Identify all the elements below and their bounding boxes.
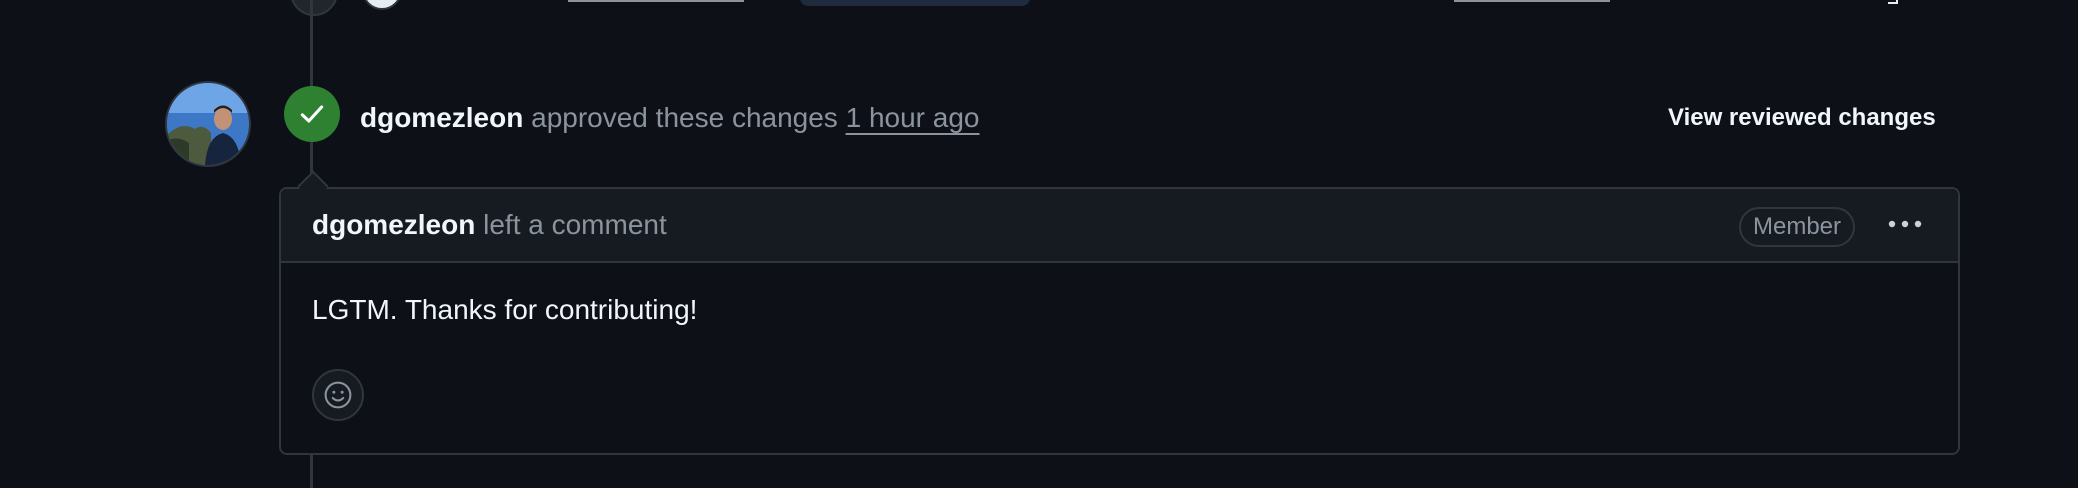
timeline-event-icon xyxy=(290,0,338,16)
reviewer-avatar[interactable] xyxy=(165,81,251,167)
review-timestamp-link[interactable]: 1 hour ago xyxy=(846,102,980,133)
review-action-text: approved these changes xyxy=(531,102,838,133)
member-role-badge: Member xyxy=(1739,207,1856,247)
review-comment-box: dgomezleon left a comment Member LGTM. T… xyxy=(279,187,1960,455)
avatar-photo xyxy=(167,83,249,165)
add-reaction-button[interactable] xyxy=(312,369,364,421)
review-author-link[interactable]: dgomezleon xyxy=(360,102,523,133)
comment-body-text: LGTM. Thanks for contributing! xyxy=(312,294,698,325)
comment-options-button[interactable] xyxy=(1885,209,1925,239)
view-reviewed-changes-link[interactable]: View reviewed changes xyxy=(1668,100,1936,136)
review-summary: dgomezleon approved these changes 1 hour… xyxy=(360,98,979,138)
branch-label[interactable] xyxy=(800,0,1030,6)
comment-author-link[interactable]: dgomezleon xyxy=(312,209,475,240)
pull-request-timeline: dgomezleon approved these changes 1 hour… xyxy=(0,0,2078,488)
comment-action-text: left a comment xyxy=(483,209,667,240)
chevron-icon xyxy=(1888,0,1898,4)
smiley-icon xyxy=(324,381,352,409)
link-underline[interactable] xyxy=(568,0,744,2)
approved-status-badge xyxy=(284,86,340,142)
avatar[interactable] xyxy=(362,0,402,10)
comment-header-text: dgomezleon left a comment xyxy=(312,205,667,245)
kebab-horizontal-icon xyxy=(1888,220,1922,228)
check-icon xyxy=(300,105,324,123)
comment-header: dgomezleon left a comment Member xyxy=(281,189,1958,263)
link-underline[interactable] xyxy=(1454,0,1610,2)
